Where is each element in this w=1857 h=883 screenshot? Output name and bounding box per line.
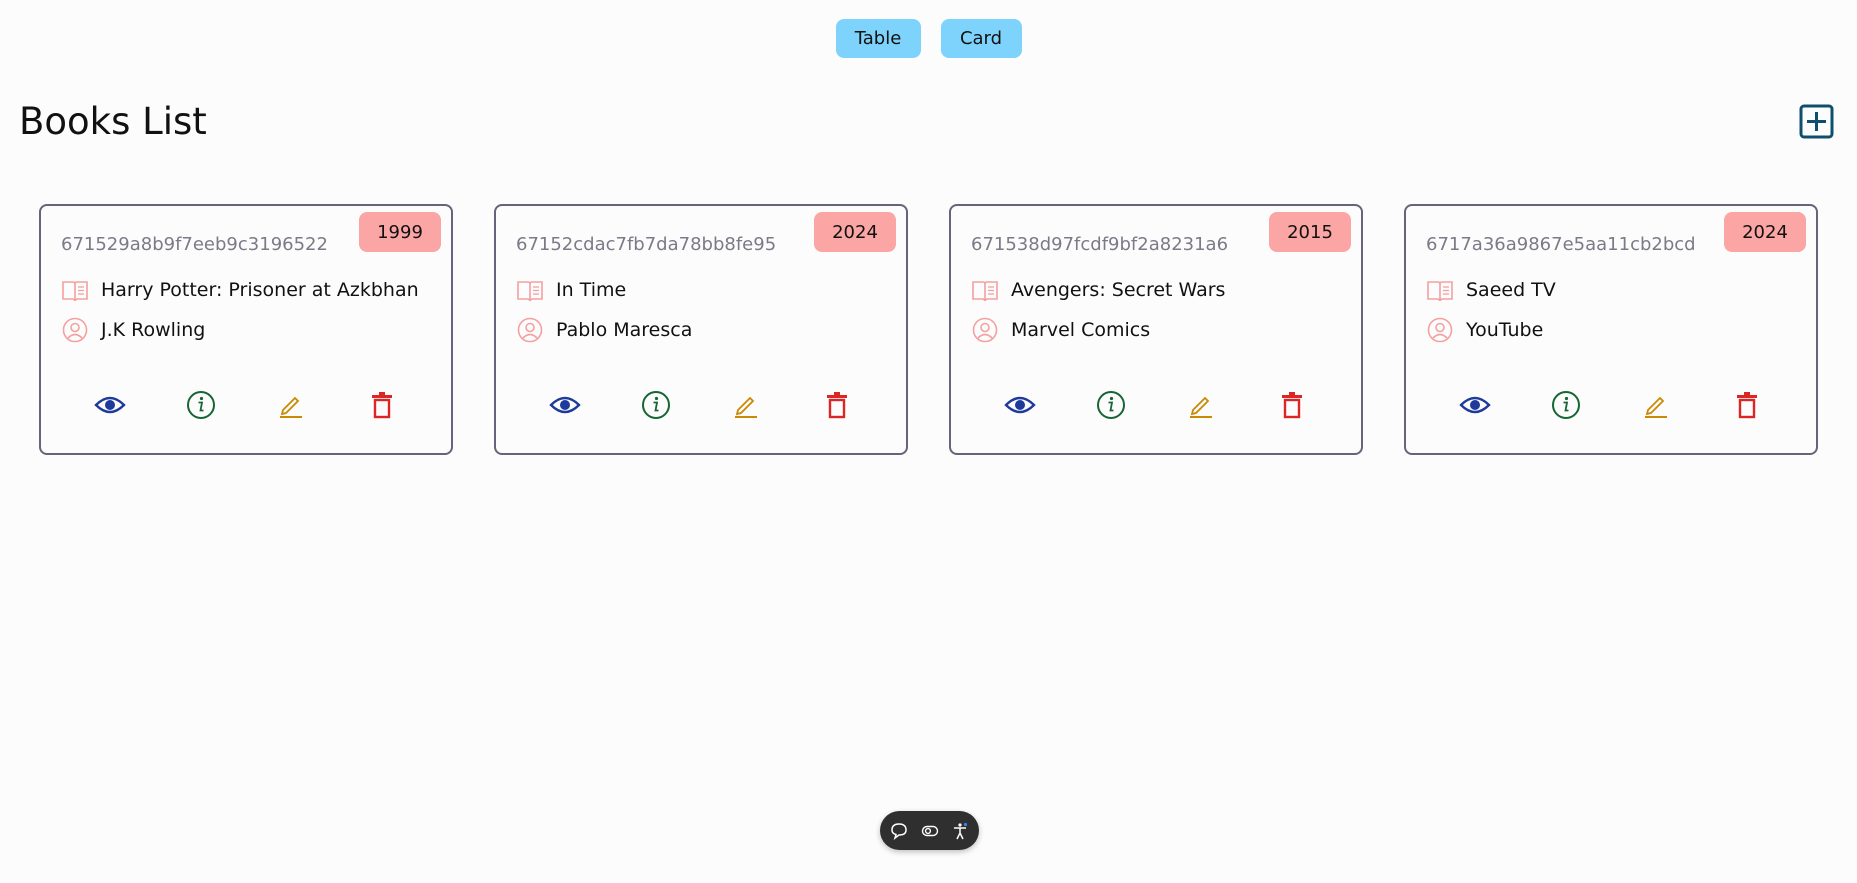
comment-icon — [891, 822, 908, 840]
card-actions — [496, 387, 906, 423]
eye-icon — [549, 396, 581, 414]
book-title-row: Saeed TV — [1426, 276, 1556, 304]
info-circle-icon — [1096, 391, 1125, 419]
book-open-icon — [516, 276, 544, 304]
card-actions — [1406, 387, 1816, 423]
book-card: 2024 67152cdac7fb7da78bb8fe95 In Time Pa… — [494, 204, 908, 455]
book-id: 671529a8b9f7eeb9c3196522 — [61, 234, 328, 255]
user-circle-icon — [1426, 316, 1454, 344]
accessibility-icon — [953, 822, 967, 839]
book-title: Harry Potter: Prisoner at Azkbhan — [101, 279, 419, 301]
view-button[interactable] — [1002, 387, 1038, 423]
year-badge: 2015 — [1269, 212, 1351, 252]
page-title: Books List — [19, 100, 207, 143]
plus-square-icon — [1799, 104, 1834, 139]
book-title: Saeed TV — [1466, 279, 1556, 301]
view-button[interactable] — [547, 387, 583, 423]
user-circle-icon — [516, 316, 544, 344]
delete-button[interactable] — [1729, 387, 1765, 423]
add-book-button[interactable] — [1799, 104, 1834, 139]
trash-icon — [1736, 392, 1757, 419]
eye-icon — [94, 396, 126, 414]
eye-toggle-button[interactable] — [919, 820, 941, 842]
table-view-button[interactable]: Table — [835, 19, 921, 58]
book-open-icon — [61, 276, 89, 304]
info-button[interactable] — [1548, 387, 1584, 423]
book-id: 6717a36a9867e5aa11cb2bcd — [1426, 234, 1696, 255]
book-card: 2024 6717a36a9867e5aa11cb2bcd Saeed TV Y… — [1404, 204, 1818, 455]
view-button[interactable] — [1457, 387, 1493, 423]
trash-icon — [826, 392, 847, 419]
card-actions — [41, 387, 451, 423]
book-author-row: J.K Rowling — [61, 316, 205, 344]
book-author: Pablo Maresca — [556, 319, 693, 341]
book-author: Marvel Comics — [1011, 319, 1151, 341]
book-open-icon — [971, 276, 999, 304]
info-circle-icon — [641, 391, 670, 419]
info-circle-icon — [1551, 391, 1580, 419]
card-actions — [951, 387, 1361, 423]
pencil-icon — [280, 396, 303, 418]
delete-button[interactable] — [364, 387, 400, 423]
book-id: 671538d97fcdf9bf2a8231a6 — [971, 234, 1229, 255]
info-button[interactable] — [1093, 387, 1129, 423]
year-badge: 1999 — [359, 212, 441, 252]
user-circle-icon — [61, 316, 89, 344]
accessibility-button[interactable] — [949, 820, 971, 842]
book-author-row: Pablo Maresca — [516, 316, 692, 344]
eye-toggle-icon — [921, 825, 938, 836]
year-badge: 2024 — [1724, 212, 1806, 252]
book-title-row: In Time — [516, 276, 626, 304]
book-card: 1999 671529a8b9f7eeb9c3196522 Harry Pott… — [39, 204, 453, 455]
edit-button[interactable] — [273, 387, 309, 423]
edit-button[interactable] — [1183, 387, 1219, 423]
eye-icon — [1459, 396, 1491, 414]
book-id: 67152cdac7fb7da78bb8fe95 — [516, 234, 777, 255]
info-button[interactable] — [183, 387, 219, 423]
delete-button[interactable] — [1274, 387, 1310, 423]
comment-button[interactable] — [888, 820, 910, 842]
book-author-row: Marvel Comics — [971, 316, 1150, 344]
pencil-icon — [735, 396, 758, 418]
view-button[interactable] — [92, 387, 128, 423]
trash-icon — [371, 392, 392, 419]
info-button[interactable] — [638, 387, 674, 423]
book-title: Avengers: Secret Wars — [1011, 279, 1226, 301]
eye-icon — [1004, 396, 1036, 414]
edit-button[interactable] — [728, 387, 764, 423]
book-author: J.K Rowling — [101, 319, 206, 341]
book-title-row: Avengers: Secret Wars — [971, 276, 1225, 304]
year-badge: 2024 — [814, 212, 896, 252]
book-title: In Time — [556, 279, 627, 301]
pencil-icon — [1190, 396, 1213, 418]
delete-button[interactable] — [819, 387, 855, 423]
book-author: YouTube — [1466, 319, 1544, 341]
trash-icon — [1281, 392, 1302, 419]
edit-button[interactable] — [1638, 387, 1674, 423]
book-author-row: YouTube — [1426, 316, 1543, 344]
info-circle-icon — [186, 391, 215, 419]
user-circle-icon — [971, 316, 999, 344]
book-title-row: Harry Potter: Prisoner at Azkbhan — [61, 276, 419, 304]
pencil-icon — [1645, 396, 1668, 418]
floating-toolbar — [880, 811, 979, 850]
book-card: 2015 671538d97fcdf9bf2a8231a6 Avengers: … — [949, 204, 1363, 455]
card-view-button[interactable]: Card — [940, 19, 1022, 58]
view-toggle: Table Card — [0, 19, 1857, 58]
book-card-list: 1999 671529a8b9f7eeb9c3196522 Harry Pott… — [39, 204, 1818, 455]
book-open-icon — [1426, 276, 1454, 304]
